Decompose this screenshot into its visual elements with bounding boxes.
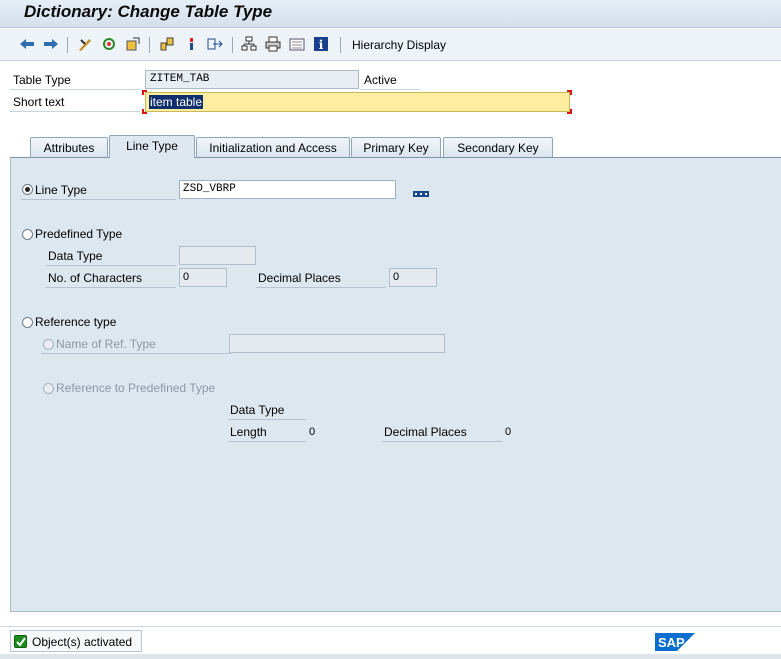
tab-initialization-and-access[interactable]: Initialization and Access: [196, 137, 350, 157]
success-check-icon: [14, 635, 27, 648]
label-underline: [21, 199, 176, 200]
tab-line-type[interactable]: Line Type: [109, 135, 195, 158]
data-type-input[interactable]: [179, 246, 256, 265]
no-of-characters-label: No. of Characters: [48, 271, 143, 285]
required-marker: [142, 109, 147, 114]
label-underline: [10, 89, 140, 90]
data-type-label: Data Type: [48, 249, 103, 263]
toolbar-separator: [67, 37, 68, 53]
label-underline: [10, 111, 140, 112]
ref-decimal-places-label: Decimal Places: [384, 425, 467, 439]
name-of-ref-type-label: Name of Ref. Type: [56, 337, 156, 351]
list-icon[interactable]: [288, 35, 306, 53]
info-icon[interactable]: i: [312, 35, 330, 53]
decimal-places-input[interactable]: 0: [389, 268, 437, 287]
label-underline: [228, 419, 306, 420]
activate-icon[interactable]: [100, 35, 118, 53]
hierarchy-display-button[interactable]: Hierarchy Display: [352, 38, 446, 52]
svg-text:SAP: SAP: [658, 635, 685, 650]
sap-logo: SAP: [655, 633, 695, 651]
navigate-icon[interactable]: [206, 35, 224, 53]
back-icon[interactable]: [18, 35, 36, 53]
label-underline: [382, 441, 502, 442]
toolbar-separator: [149, 37, 150, 53]
application-toolbar: i Hierarchy Display: [0, 29, 781, 61]
window-title: Dictionary: Change Table Type: [24, 2, 273, 21]
where-used-icon[interactable]: [182, 35, 200, 53]
required-marker: [142, 90, 147, 95]
object-header: Table Type ZITEM_TAB Active Short text i…: [0, 62, 781, 122]
table-type-field[interactable]: ZITEM_TAB: [145, 70, 359, 89]
check-icon[interactable]: [158, 35, 176, 53]
reference-to-predefined-type-label: Reference to Predefined Type: [56, 381, 216, 395]
ref-data-type-label: Data Type: [230, 403, 285, 417]
no-of-characters-input[interactable]: 0: [179, 268, 227, 287]
status-message[interactable]: Object(s) activated: [10, 630, 142, 652]
reference-type-radio[interactable]: [22, 317, 33, 328]
name-of-ref-type-input[interactable]: [229, 334, 445, 353]
toolbar-separator: [232, 37, 233, 53]
tab-primary-key[interactable]: Primary Key: [351, 137, 441, 157]
table-type-label: Table Type: [13, 73, 71, 87]
ref-length-value: 0: [309, 426, 316, 438]
reference-type-label: Reference type: [35, 315, 117, 329]
required-marker: [567, 90, 572, 95]
label-underline: [41, 353, 231, 354]
forward-icon[interactable]: [42, 35, 60, 53]
tab-secondary-key[interactable]: Secondary Key: [443, 137, 553, 157]
tab-attributes[interactable]: Attributes: [30, 137, 108, 157]
svg-text:i: i: [319, 38, 324, 52]
label-underline: [46, 265, 176, 266]
line-type-input[interactable]: ZSD_VBRP: [179, 180, 396, 199]
predefined-type-label: Predefined Type: [35, 227, 123, 241]
line-type-label: Line Type: [35, 183, 87, 197]
other-object-icon[interactable]: [124, 35, 142, 53]
required-marker: [567, 109, 572, 114]
toolbar-separator: [340, 37, 341, 53]
window-bottom-edge: [0, 654, 781, 659]
label-underline: [256, 287, 386, 288]
object-navigation-icon[interactable]: [413, 186, 429, 197]
status-text: Active: [364, 73, 397, 87]
reference-to-predefined-type-radio[interactable]: [43, 383, 54, 394]
display-change-icon[interactable]: [76, 35, 94, 53]
decimal-places-label: Decimal Places: [258, 271, 341, 285]
ref-length-label: Length: [230, 425, 267, 439]
ref-decimal-places-value: 0: [505, 426, 512, 438]
line-type-radio[interactable]: [22, 184, 33, 195]
line-type-panel: Line Type ZSD_VBRP Predefined Type Data …: [10, 158, 781, 612]
name-of-ref-type-radio[interactable]: [43, 339, 54, 350]
predefined-type-radio[interactable]: [22, 229, 33, 240]
label-underline: [228, 441, 306, 442]
title-bar: Dictionary: Change Table Type: [0, 0, 781, 28]
short-text-field[interactable]: item table: [145, 92, 570, 112]
label-underline: [360, 89, 420, 90]
label-underline: [46, 287, 176, 288]
hierarchy-tree-icon[interactable]: [240, 35, 258, 53]
print-icon[interactable]: [264, 35, 282, 53]
status-message-text: Object(s) activated: [32, 635, 133, 649]
short-text-label: Short text: [13, 95, 65, 109]
short-text-selection: item table: [149, 95, 204, 109]
